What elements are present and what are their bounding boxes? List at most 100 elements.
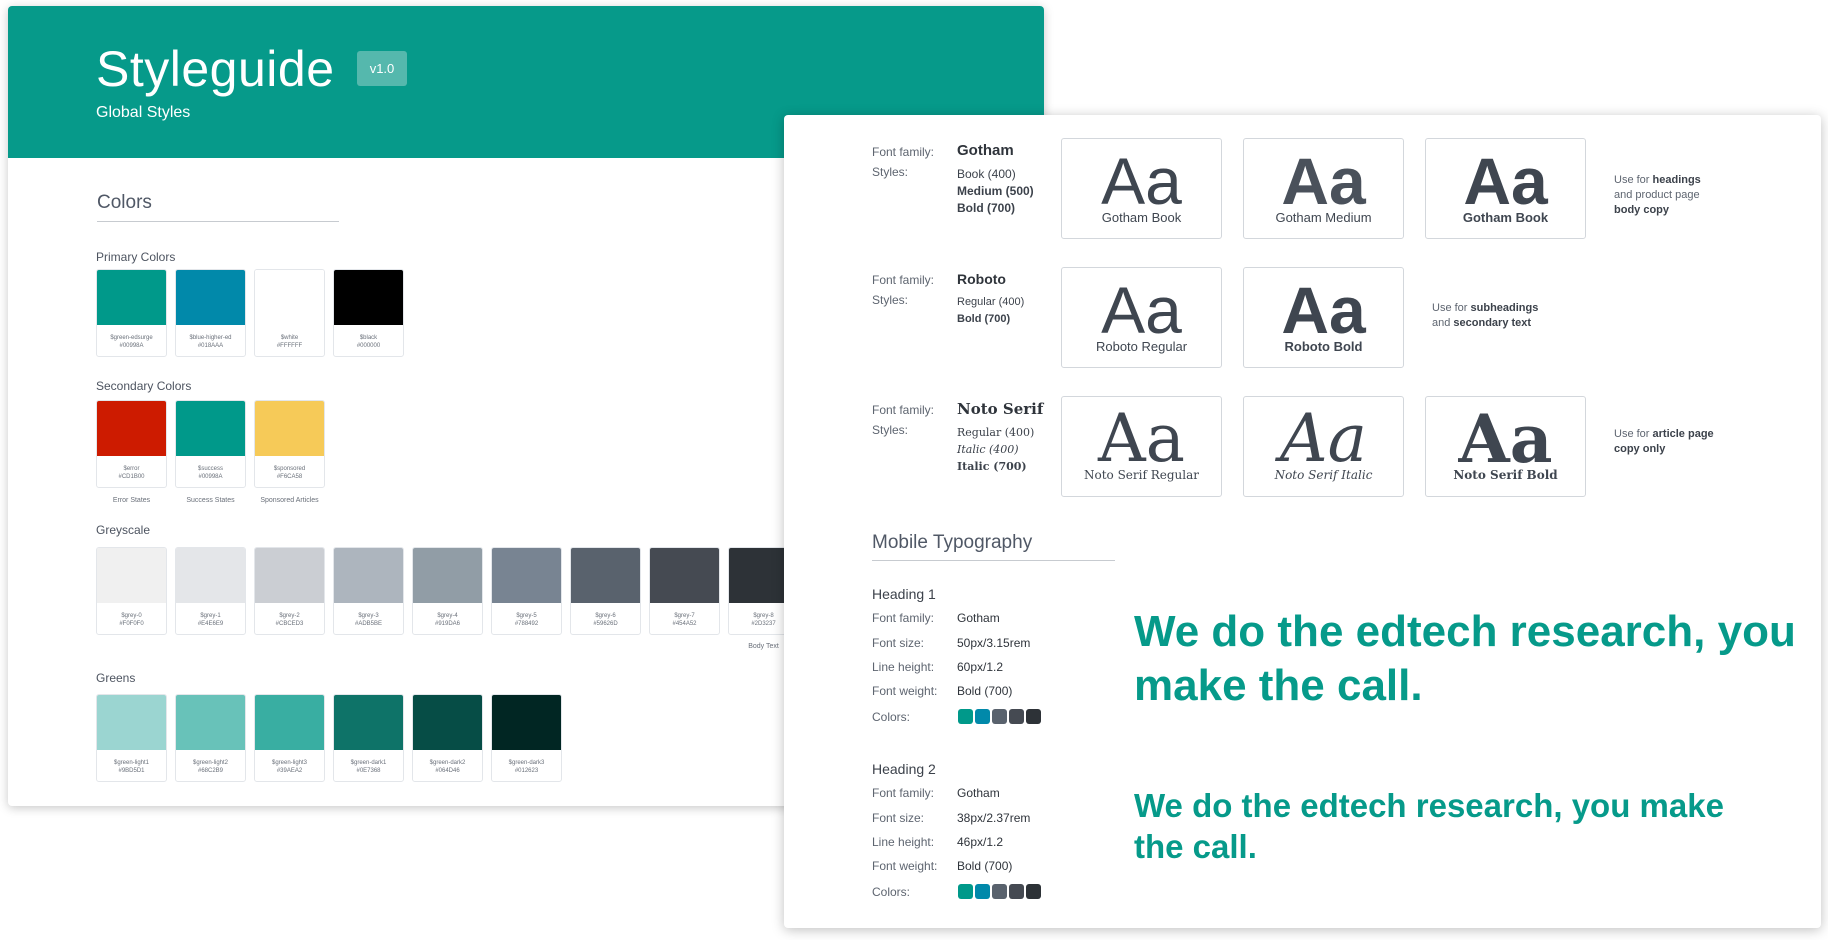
secondary-colors-label: Secondary Colors [96, 379, 192, 393]
spec-key: Colors: [872, 885, 911, 899]
mobile-typography-heading: Mobile Typography [872, 532, 1033, 553]
swatch-hex: #68C2B9 [197, 767, 224, 774]
page-subtitle: Global Styles [96, 104, 191, 121]
swatch-caption: $error #CD1B00 [97, 456, 166, 487]
swatch-variable: $green-light3 [271, 759, 308, 766]
specimen-noto-bold: Aa Noto Serif Bold [1425, 396, 1586, 497]
styles-label: Styles: [872, 293, 909, 307]
swatch-caption: $green-dark1 #0E7368 [334, 750, 403, 781]
spec-value: Gotham [957, 786, 1000, 800]
font-family-name: Roboto [957, 271, 1006, 287]
color-swatch: $grey-6 #59626D [570, 547, 641, 635]
color-dot [1009, 884, 1024, 899]
swatch-hex: #ADB5BE [354, 620, 382, 627]
swatch-variable: $grey-8 [753, 612, 774, 619]
style-item: Regular (400) [957, 296, 1025, 308]
style-item: Bold (700) [957, 201, 1016, 215]
font-family-label: Font family: [872, 145, 935, 159]
color-swatch: $error #CD1B00 [96, 400, 167, 488]
color-swatch: $grey-0 #F0F0F0 [96, 547, 167, 635]
swatch-chip [413, 695, 482, 750]
swatch-caption: $success #00998A [176, 456, 245, 487]
font-family-label: Font family: [872, 403, 935, 417]
glyph-sample: Aa [1458, 400, 1553, 478]
swatch-caption: $grey-4 #919DA6 [413, 603, 482, 634]
swatch-variable: $error [123, 465, 140, 472]
color-dot [958, 884, 973, 899]
swatch-variable: $black [359, 334, 378, 341]
swatch-chip [255, 270, 324, 325]
color-swatch: $sponsored #F6CA58 [254, 400, 325, 488]
swatch-chip [492, 695, 561, 750]
swatch-caption: $grey-7 #454A52 [650, 603, 719, 634]
color-dot [975, 709, 990, 724]
specimen-gotham-book: Aa Gotham Book [1061, 138, 1222, 239]
swatch-variable: $grey-7 [674, 612, 695, 619]
glyph-sample: Aa [1101, 273, 1182, 347]
color-swatch: $green-light1 #9BD5D1 [96, 694, 167, 782]
color-swatch: $grey-2 #CBCED3 [254, 547, 325, 635]
style-item: Italic (700) [957, 460, 1027, 473]
swatch-chip [176, 401, 245, 456]
heading-2-sample: We do the edtech research, you make the … [1134, 787, 1724, 865]
swatch-hex: #064D46 [435, 767, 460, 774]
color-dot [992, 709, 1007, 724]
style-item: Bold (700) [957, 313, 1011, 325]
swatch-caption: $green-light2 #68C2B9 [176, 750, 245, 781]
specimen-label: Roboto Regular [1095, 339, 1188, 354]
swatch-hex: #454A52 [672, 620, 697, 627]
swatch-caption: $grey-5 #788492 [492, 603, 561, 634]
heading-1-title: Heading 1 [872, 586, 936, 602]
spec-value: Gotham [957, 611, 1000, 625]
style-item: Regular (400) [957, 426, 1035, 439]
color-swatch: $grey-4 #919DA6 [412, 547, 483, 635]
color-swatch: $green-light3 #39AEA2 [254, 694, 325, 782]
spec-value: 46px/1.2 [957, 835, 1004, 849]
swatch-usage-note: Sponsored Articles [260, 497, 319, 504]
swatch-caption: $blue-higher-ed #018AAA [176, 325, 245, 356]
swatch-chip [176, 695, 245, 750]
primary-swatch-row: $green-edsurge #00998A $blue-higher-ed #018… [96, 269, 404, 357]
swatch-variable: $blue-higher-ed [189, 334, 232, 341]
glyph-sample: Aa [1097, 400, 1185, 477]
specimen-label: Roboto Bold [1284, 339, 1363, 354]
swatch-variable: $sponsored [273, 465, 306, 472]
color-swatch: $green-edsurge #00998A [96, 269, 167, 357]
usage-note: Use for headings and product page body c… [1614, 174, 1701, 216]
swatch-chip [255, 695, 324, 750]
swatch-variable: $green-dark3 [508, 759, 545, 766]
usage-note: Use for subheadings and secondary text [1432, 302, 1539, 329]
swatch-hex: #000000 [356, 342, 381, 349]
specimen-gotham-medium: Aa Gotham Medium [1243, 138, 1404, 239]
heading-1-sample: We do the edtech research, you make the … [1134, 607, 1796, 710]
color-swatch: $green-dark2 #064D46 [412, 694, 483, 782]
style-list: Regular (400) Italic (400) Italic (700) [957, 424, 1034, 475]
typography-card: Font family: Gotham Styles: Book (400) M… [784, 115, 1821, 928]
spec-value: Bold (700) [957, 684, 1013, 698]
swatch-variable: $grey-1 [200, 612, 221, 619]
swatch-variable: $green-dark2 [429, 759, 466, 766]
specimen-label: Gotham Medium [1275, 210, 1372, 225]
swatch-hex: #FFFFFF [276, 342, 303, 349]
swatch-chip [255, 401, 324, 456]
swatch-hex: #00998A [198, 473, 223, 480]
swatch-hex: #00998A [119, 342, 144, 349]
swatch-caption: $green-dark3 #012623 [492, 750, 561, 781]
color-dot [1009, 709, 1024, 724]
secondary-swatch-row: $error #CD1B00 $success #00998A $sponsored #F… [96, 400, 325, 488]
swatch-variable: $grey-6 [595, 612, 616, 619]
glyph-sample: Aa [1463, 144, 1548, 218]
swatch-variable: $white [280, 334, 299, 341]
spec-key: Font family: [872, 786, 935, 800]
specimen-noto-italic: Aa Noto Serif Italic [1243, 396, 1404, 497]
swatch-variable: $grey-5 [516, 612, 537, 619]
page-title: Styleguide [96, 41, 335, 97]
spec-key: Font family: [872, 611, 935, 625]
styles-label: Styles: [872, 165, 909, 179]
style-item: Medium (500) [957, 184, 1034, 198]
spec-key: Line height: [872, 835, 935, 849]
swatch-chip [334, 695, 403, 750]
glyph-sample: Aa [1281, 273, 1366, 347]
color-dots [958, 709, 1041, 724]
swatch-chip [492, 548, 561, 603]
